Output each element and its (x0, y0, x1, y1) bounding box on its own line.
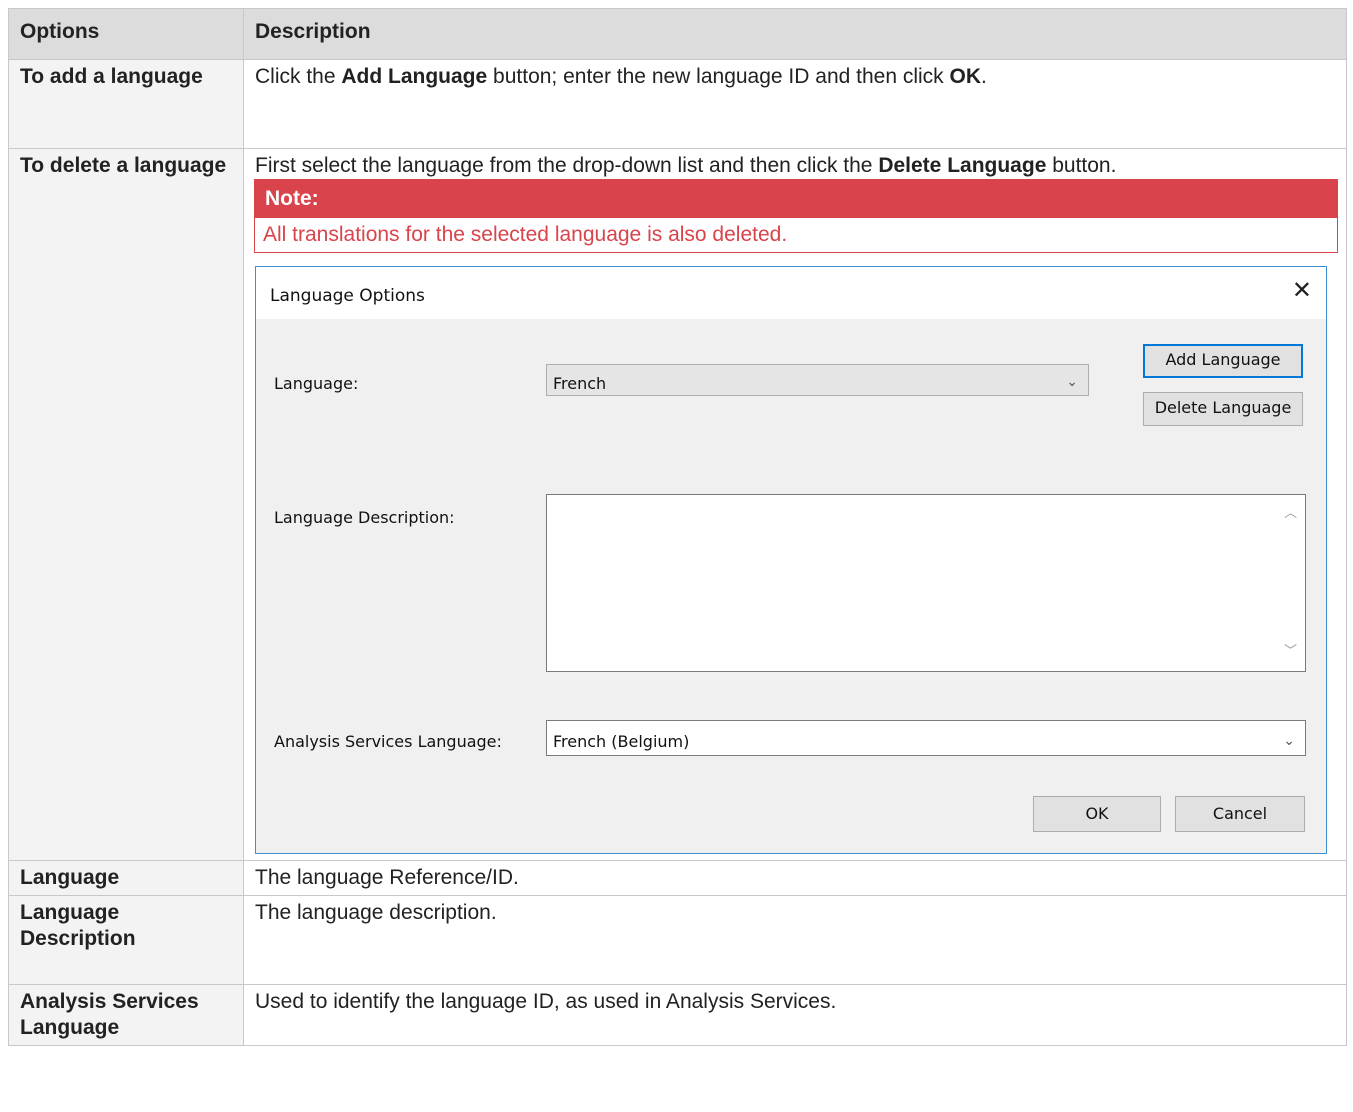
option-description: The language Reference/ID. (243, 860, 1347, 896)
analysis-services-language-value: French (Belgium) (553, 732, 690, 751)
note-text: All translations for the selected langua… (263, 223, 788, 246)
option-description: Used to identify the language ID, as use… (243, 984, 1347, 1046)
description-text: First select the language from the drop-… (255, 154, 1117, 177)
table-row: To add a language Click the Add Language… (8, 59, 1347, 149)
language-description-textarea[interactable]: ︿ ﹀ (546, 494, 1306, 672)
column-header-options: Options (8, 8, 244, 60)
note-title: Note: (255, 180, 1337, 218)
add-language-button[interactable]: Add Language (1143, 344, 1303, 378)
table-header-row: Options Description (8, 8, 1347, 60)
option-name: Language Description (8, 895, 244, 985)
bold-term: Delete Language (878, 154, 1047, 177)
chevron-down-icon: ⌄ (1283, 733, 1295, 749)
column-header-description: Description (243, 8, 1347, 60)
bold-term: OK (949, 65, 982, 88)
table-row: Analysis Services Language Used to ident… (8, 984, 1347, 1046)
language-dropdown[interactable]: French ⌄ (546, 364, 1089, 396)
dialog-titlebar: Language Options ✕ (256, 267, 1326, 319)
option-description: First select the language from the drop-… (243, 148, 1347, 861)
option-name: To delete a language (8, 148, 244, 861)
language-label: Language: (274, 374, 359, 393)
table-row: To delete a language First select the la… (8, 148, 1347, 861)
language-value: French (553, 374, 607, 393)
option-name: Language (8, 860, 244, 896)
table-row: Language Description The language descri… (8, 895, 1347, 985)
delete-language-button[interactable]: Delete Language (1143, 392, 1303, 426)
option-description: The language description. (243, 895, 1347, 985)
option-name: Analysis Services Language (8, 984, 244, 1046)
scroll-down-icon[interactable]: ﹀ (1284, 639, 1297, 665)
analysis-services-language-dropdown[interactable]: French (Belgium) ⌄ (546, 720, 1306, 756)
dialog-title: Language Options (270, 286, 425, 306)
scroll-up-icon[interactable]: ︿ (1284, 501, 1297, 527)
close-icon[interactable]: ✕ (1292, 277, 1312, 303)
cancel-button[interactable]: Cancel (1175, 796, 1305, 832)
chevron-down-icon: ⌄ (1066, 374, 1078, 390)
ok-button[interactable]: OK (1033, 796, 1161, 832)
note-box: Note: All translations for the selected … (254, 179, 1338, 253)
option-description: Click the Add Language button; enter the… (243, 59, 1347, 149)
options-table: Options Description To add a language Cl… (8, 8, 1347, 1046)
option-name: To add a language (8, 59, 244, 149)
language-options-dialog: Language Options ✕ Language: French ⌄ Ad… (255, 266, 1327, 854)
analysis-services-language-label: Analysis Services Language: (274, 732, 502, 751)
language-description-label: Language Description: (274, 508, 455, 527)
table-row: Language The language Reference/ID. (8, 860, 1347, 896)
bold-term: Add Language (341, 65, 488, 88)
